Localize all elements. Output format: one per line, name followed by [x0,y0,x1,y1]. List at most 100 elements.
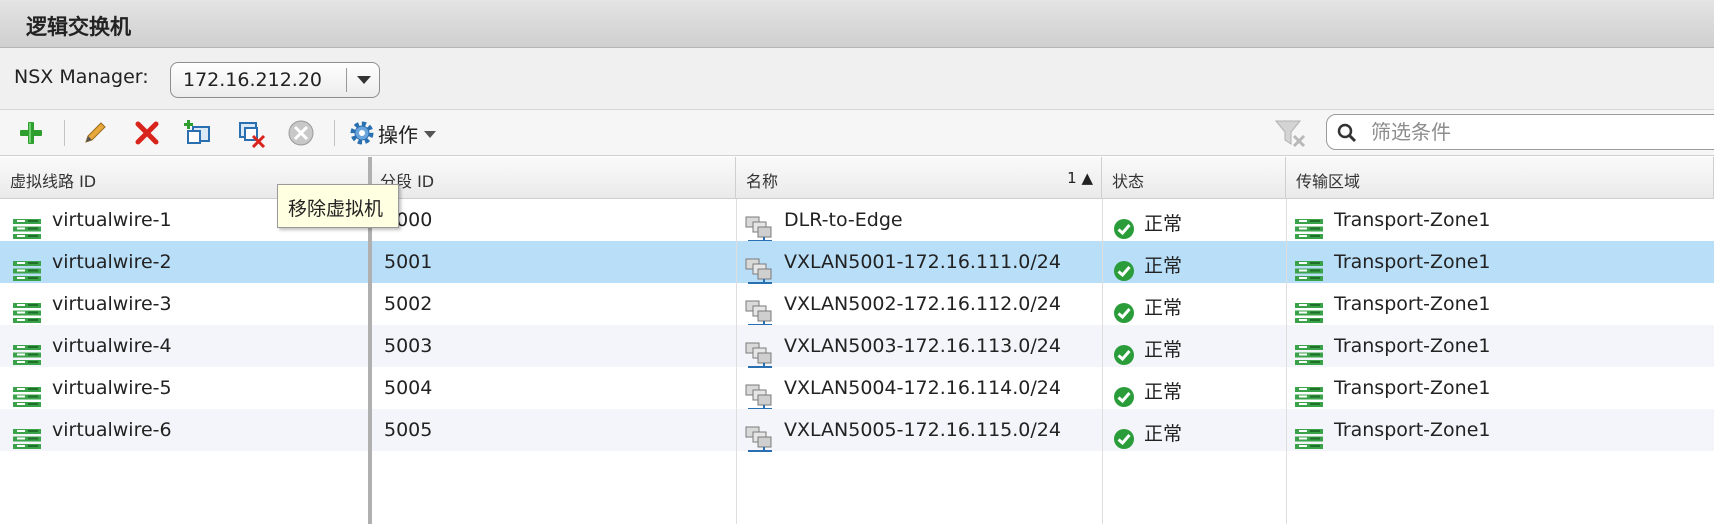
name-text: VXLAN5003-172.16.113.0/24 [784,335,1061,357]
cell-status: 正常 [1102,283,1286,325]
cell-wire-id: virtualwire-6 [0,409,370,451]
name-text: VXLAN5001-172.16.111.0/24 [784,251,1061,273]
segment-id-text: 5005 [384,419,433,441]
cell-wire-id: virtualwire-5 [0,367,370,409]
cell-segment-id: 5005 [370,409,736,451]
cell-segment-id: 5002 [370,283,736,325]
transport-zone-text: Transport-Zone1 [1334,419,1491,441]
cell-segment-id: 5004 [370,367,736,409]
cell-status: 正常 [1102,409,1286,451]
transport-zone-text: Transport-Zone1 [1334,377,1491,399]
table-row[interactable]: virtualwire-2 5001 VXLAN5001-172.16.111.0/… [0,241,1714,284]
column-header-name[interactable]: 名称 1 ▲ [736,157,1102,199]
toolbar-divider [64,120,65,146]
gear-icon [350,121,374,145]
sort-ascending-indicator: 1 ▲ [1067,169,1093,187]
column-header-status[interactable]: 状态 [1102,157,1286,199]
segment-id-text: 5001 [384,251,433,273]
tooltip: 移除虚拟机 [277,184,399,228]
actions-label: 操作 [378,122,418,147]
cell-name: DLR-to-Edge [736,199,1102,242]
cell-name: VXLAN5004-172.16.114.0/24 [736,367,1102,410]
table-row[interactable]: virtualwire-3 5002 VXLAN5002-172.16.112.0/… [0,283,1714,326]
cell-status: 正常 [1102,241,1286,283]
segment-id-text: 5004 [384,377,433,399]
column-header-label: 名称 [746,172,779,191]
column-header-label: 虚拟线路 ID [10,172,97,191]
table-row[interactable]: virtualwire-5 5004 VXLAN5004-172.16.114.0/… [0,367,1714,410]
cell-status: 正常 [1102,367,1286,409]
transport-zone-text: Transport-Zone1 [1334,293,1491,315]
name-text: DLR-to-Edge [784,209,903,231]
disabled-icon[interactable] [286,118,316,148]
wire-id-text: virtualwire-1 [52,209,172,231]
column-divider [736,199,737,524]
cell-segment-id: 5001 [370,241,736,283]
panel-header: 逻辑交换机 [0,0,1714,48]
column-header-segment-id[interactable]: 分段 ID [370,157,736,199]
status-text: 正常 [1144,255,1183,277]
cell-segment-id: 5000 [370,199,736,241]
cell-name: VXLAN5005-172.16.115.0/24 [736,409,1102,452]
manager-bar: NSX Manager: 172.16.212.20 [0,48,1714,110]
delete-icon[interactable] [132,118,162,148]
caret-down-icon [424,130,436,138]
name-text: VXLAN5004-172.16.114.0/24 [784,377,1061,399]
select-divider [346,68,347,92]
transport-zone-text: Transport-Zone1 [1334,251,1491,273]
actions-menu-button[interactable]: 操作 [348,118,436,148]
status-text: 正常 [1144,339,1183,361]
transport-zone-text: Transport-Zone1 [1334,335,1491,357]
cell-status: 正常 [1102,199,1286,241]
cell-name: VXLAN5001-172.16.111.0/24 [736,241,1102,284]
cell-transport-zone: Transport-Zone1 [1286,409,1714,451]
table-row[interactable]: virtualwire-4 5003 VXLAN5003-172.16.113.0/… [0,325,1714,368]
cell-wire-id: virtualwire-4 [0,325,370,367]
cell-wire-id: virtualwire-2 [0,241,370,283]
column-header-label: 状态 [1112,172,1145,191]
toolbar-divider [334,120,335,146]
status-text: 正常 [1144,213,1183,235]
panel-title: 逻辑交换机 [26,15,131,39]
clear-filter-icon[interactable] [1274,118,1306,148]
chevron-down-icon[interactable] [357,76,371,84]
cell-name: VXLAN5002-172.16.112.0/24 [736,283,1102,326]
cell-status: 正常 [1102,325,1286,367]
wire-id-text: virtualwire-3 [52,293,172,315]
manager-select-value: 172.16.212.20 [183,69,323,91]
transport-zone-text: Transport-Zone1 [1334,209,1491,231]
tooltip-text: 移除虚拟机 [288,198,384,220]
status-text: 正常 [1144,423,1183,445]
name-text: VXLAN5002-172.16.112.0/24 [784,293,1061,315]
table-row[interactable]: virtualwire-6 5005 VXLAN5005-172.16.115.0/… [0,409,1714,452]
search-icon [1337,123,1357,143]
segment-id-text: 5002 [384,293,433,315]
remove-vm-icon[interactable] [236,118,266,148]
cell-transport-zone: Transport-Zone1 [1286,367,1714,409]
wire-id-text: virtualwire-6 [52,419,172,441]
filter-input[interactable] [1371,118,1671,146]
cell-wire-id: virtualwire-3 [0,283,370,325]
manager-select[interactable]: 172.16.212.20 [170,62,380,98]
cell-transport-zone: Transport-Zone1 [1286,199,1714,241]
cell-name: VXLAN5003-172.16.113.0/24 [736,325,1102,368]
name-text: VXLAN5005-172.16.115.0/24 [784,419,1061,441]
status-text: 正常 [1144,297,1183,319]
logical-switch-table: 虚拟线路 ID 分段 ID 名称 1 ▲ 状态 传输区域 virtualwire… [0,157,1714,524]
cell-transport-zone: Transport-Zone1 [1286,241,1714,283]
column-divider [1286,199,1287,524]
segment-id-text: 5003 [384,335,433,357]
table-row[interactable]: virtualwire-1 5000 DLR-to-Edge 正常 Transport-… [0,199,1714,242]
column-header-transport-zone[interactable]: 传输区域 [1286,157,1714,199]
edit-icon[interactable] [80,118,110,148]
add-vm-icon[interactable] [184,118,214,148]
filter-search-box[interactable] [1326,114,1714,150]
wire-id-text: virtualwire-4 [52,335,172,357]
cell-transport-zone: Transport-Zone1 [1286,325,1714,367]
status-text: 正常 [1144,381,1183,403]
cell-segment-id: 5003 [370,325,736,367]
add-icon[interactable] [16,118,46,148]
column-divider [1102,199,1103,524]
wire-id-text: virtualwire-2 [52,251,172,273]
cell-transport-zone: Transport-Zone1 [1286,283,1714,325]
